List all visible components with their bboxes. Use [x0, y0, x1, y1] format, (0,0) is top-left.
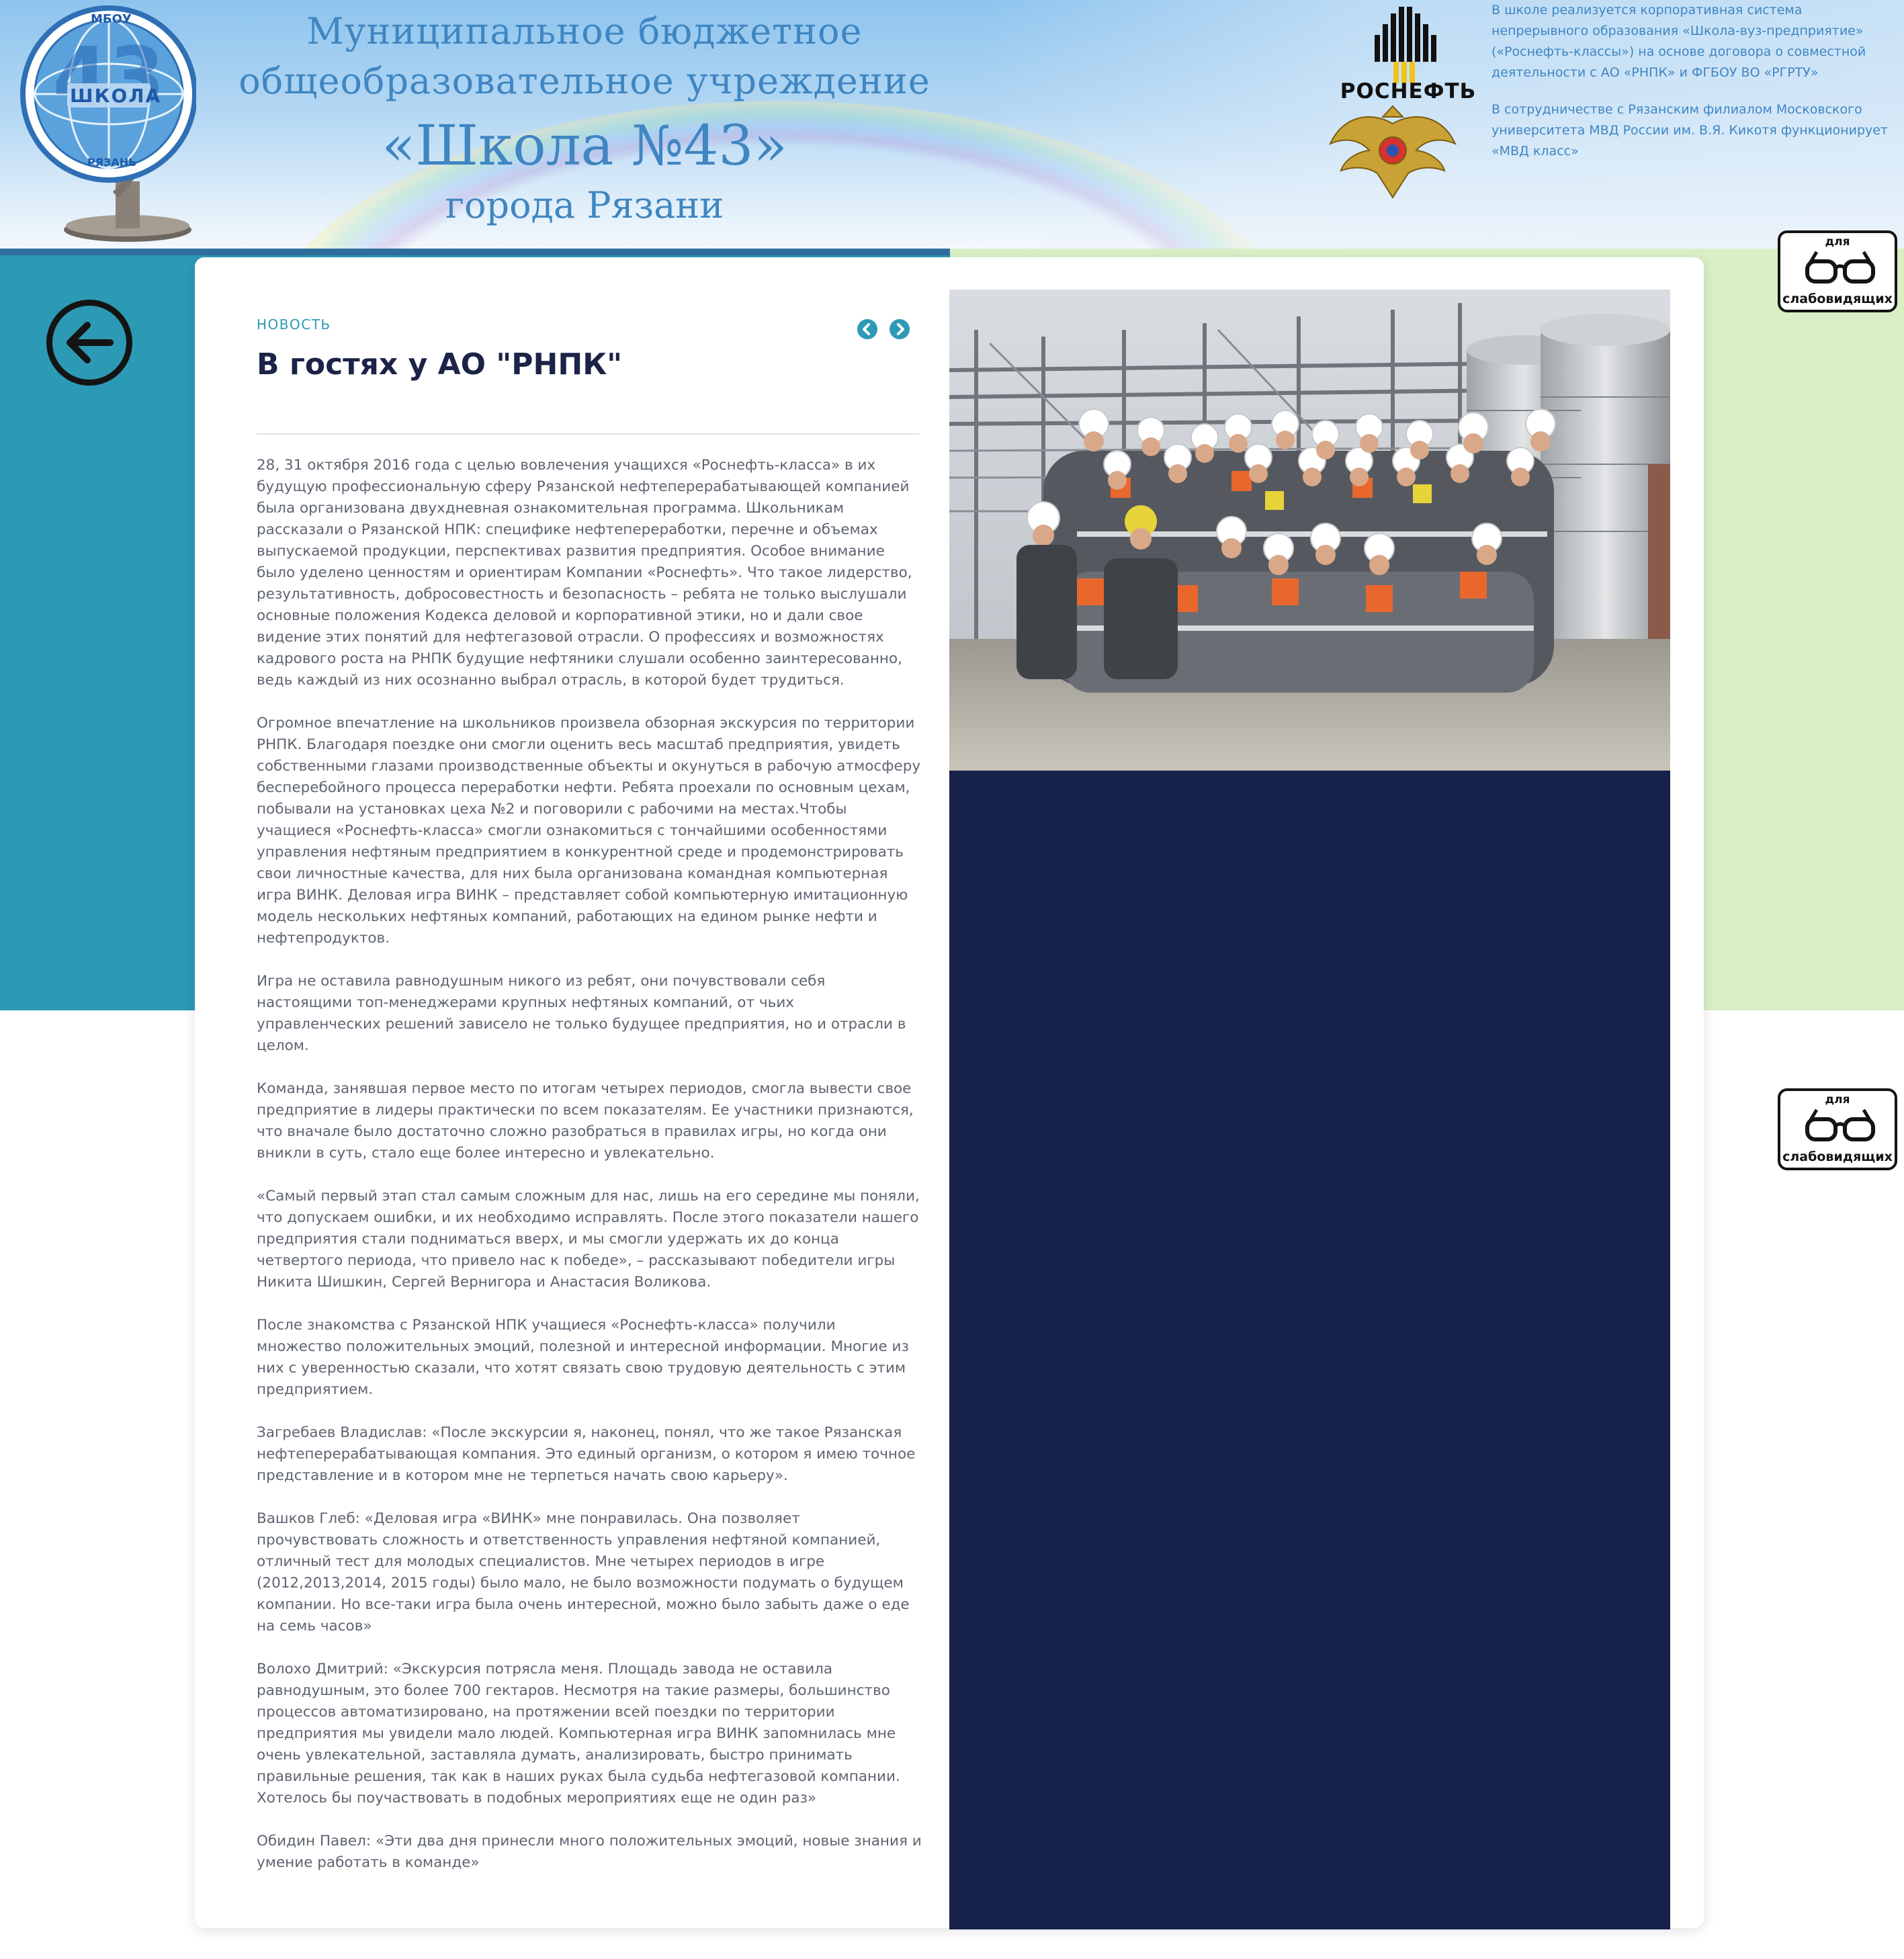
prev-article-button[interactable] [857, 319, 877, 339]
glasses-icon [1805, 1108, 1875, 1141]
low-vision-version-button-2[interactable]: для слабовидящих [1778, 1088, 1897, 1170]
article-paragraph: Команда, занявшая первое место по итогам… [257, 1080, 914, 1162]
title-divider [257, 433, 919, 435]
group-photo[interactable] [949, 290, 1670, 771]
low-vision-label-top: для [1825, 1093, 1850, 1106]
article-category[interactable]: НОВОСТЬ [257, 316, 331, 333]
media-panel [949, 290, 1670, 1929]
school-title: Муниципальное бюджетное общеобразователь… [222, 7, 947, 227]
article-paragraph: После знакомства с Рязанской НПК учащиес… [257, 1317, 909, 1398]
title-line-1: Муниципальное бюджетное [306, 10, 863, 52]
info-mvd-class: В сотрудничестве с Рязанским филиалом Мо… [1491, 102, 1889, 159]
double-headed-eagle-icon [1329, 105, 1457, 199]
article-paragraph: «Самый первый этап стал самым сложным дл… [257, 1188, 920, 1291]
article-card: НОВОСТЬ В гостях у АО "РНПК" 28, 31 октя… [195, 257, 1704, 1929]
article-paragraph: Игра не оставила равнодушным никого из р… [257, 973, 906, 1054]
arrow-left-icon [67, 322, 114, 363]
article-paragraph: Вашков Глеб: «Деловая игра «ВИНК» мне по… [257, 1510, 910, 1635]
low-vision-label-top: для [1825, 235, 1850, 249]
glasses-icon [1805, 251, 1875, 284]
article-paragraph: Загребаев Владислав: «После экскурсии я,… [257, 1424, 916, 1484]
title-line-2: общеобразовательное учреждение [239, 60, 931, 102]
back-button[interactable] [46, 300, 132, 386]
mvd-eagle-emblem[interactable] [1329, 103, 1457, 199]
logo-center-text: ШКОЛА [70, 85, 162, 107]
low-vision-label-bottom: слабовидящих [1782, 292, 1893, 306]
rosneft-emblem-icon [1375, 7, 1436, 83]
title-line-3: «Школа №43» [382, 114, 787, 178]
school-logo[interactable]: 43 МБОУ ШКОЛА РЯЗАНЬ [15, 0, 198, 249]
article-paragraph: Огромное впечатление на школьников произ… [257, 715, 921, 947]
article-body: 28, 31 октября 2016 года с целью вовлече… [257, 455, 922, 1874]
svg-text:43: 43 [53, 31, 165, 124]
rosneft-wordmark: РОСНЕФТЬ [1340, 79, 1477, 103]
title-line-4: города Рязани [445, 184, 724, 226]
band-stripe [0, 249, 950, 255]
info-rosneft-class: В школе реализуется корпоративная систем… [1491, 3, 1866, 80]
logo-bottom-text: РЯЗАНЬ [87, 156, 137, 169]
rosneft-logo[interactable]: РОСНЕФТЬ [1328, 4, 1489, 105]
low-vision-version-button[interactable]: для слабовидящих [1778, 230, 1897, 312]
chevron-left-icon [863, 323, 870, 335]
article-paragraph: Волохо Дмитрий: «Экскурсия потрясла меня… [257, 1661, 900, 1806]
article-paragraph: 28, 31 октября 2016 года с целью вовлече… [257, 457, 912, 689]
globe-logo-icon: 43 [20, 5, 198, 242]
header-info: В школе реализуется корпоративная систем… [1491, 0, 1901, 162]
low-vision-label-bottom: слабовидящих [1782, 1149, 1893, 1164]
site-header: 43 МБОУ ШКОЛА РЯЗАНЬ Муниципальное бюдже… [0, 0, 1904, 249]
next-article-button[interactable] [890, 319, 910, 339]
article-paragraph: Обидин Павел: «Эти два дня принесли мног… [257, 1833, 922, 1871]
chevron-right-icon [897, 323, 904, 335]
logo-top-text: МБОУ [91, 12, 132, 26]
article-title: В гостях у АО "РНПК" [257, 347, 623, 382]
refinery-group-photo [949, 290, 1670, 771]
